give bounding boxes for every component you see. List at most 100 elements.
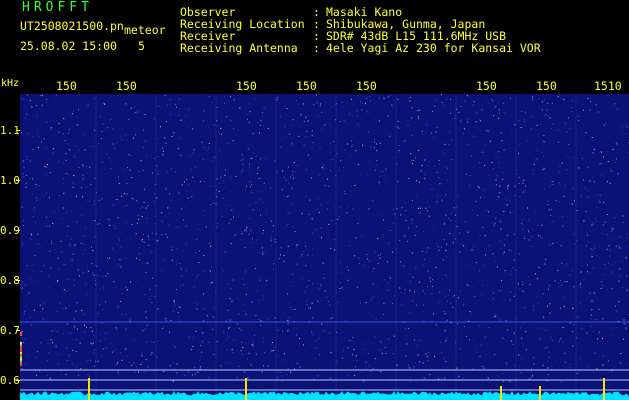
noise-speckle	[154, 353, 155, 355]
noise-speckle	[414, 340, 416, 342]
noise-speckle	[317, 300, 319, 302]
echo-pixel	[20, 332, 22, 334]
noise-speckle	[106, 318, 108, 320]
noise-speckle	[198, 262, 200, 263]
noise-speckle	[244, 371, 246, 373]
noise-speckle	[183, 121, 185, 123]
noise-speckle	[436, 127, 438, 128]
noise-speckle	[239, 107, 241, 109]
noise-speckle	[589, 109, 591, 111]
noise-speckle	[499, 221, 501, 223]
noise-speckle	[591, 249, 593, 251]
noise-speckle	[117, 372, 119, 374]
noise-speckle	[597, 333, 599, 335]
noise-speckle	[432, 286, 434, 287]
noise-speckle	[260, 120, 262, 122]
noise-speckle	[90, 184, 92, 186]
noise-speckle	[385, 353, 387, 354]
noise-speckle	[343, 120, 345, 122]
noise-speckle	[187, 184, 189, 186]
noise-speckle	[454, 330, 456, 332]
noise-speckle	[305, 169, 307, 171]
noise-speckle	[611, 230, 613, 232]
noise-speckle	[355, 296, 357, 298]
noise-speckle	[154, 215, 156, 217]
noise-speckle	[26, 94, 28, 96]
noise-speckle	[156, 301, 158, 303]
noise-speckle	[176, 259, 178, 261]
echo-pixel	[20, 360, 22, 362]
noise-speckle	[498, 151, 499, 153]
noise-speckle	[400, 291, 402, 293]
noise-speckle	[133, 103, 135, 105]
noise-speckle	[48, 275, 50, 277]
noise-speckle	[323, 277, 325, 279]
noise-speckle	[368, 208, 370, 210]
noise-speckle	[203, 120, 204, 122]
noise-speckle	[528, 231, 530, 233]
noise-speckle	[122, 271, 124, 272]
noise-speckle	[550, 214, 552, 216]
noise-speckle	[622, 221, 624, 223]
noise-speckle	[374, 139, 376, 140]
noise-speckle	[486, 210, 487, 212]
noise-speckle	[30, 238, 32, 240]
noise-speckle	[153, 201, 155, 203]
noise-speckle	[409, 100, 411, 102]
noise-speckle	[592, 176, 594, 178]
noise-speckle	[436, 196, 438, 198]
noise-speckle	[136, 111, 138, 113]
noise-speckle	[615, 158, 617, 160]
noise-speckle	[221, 133, 222, 135]
noise-speckle	[564, 361, 566, 363]
noise-speckle	[471, 261, 473, 263]
noise-speckle	[53, 182, 55, 184]
noise-speckle	[525, 349, 527, 351]
noise-speckle	[351, 155, 353, 157]
noise-speckle	[495, 179, 497, 181]
noise-speckle	[452, 306, 454, 308]
noise-speckle	[356, 110, 358, 112]
noise-speckle	[224, 251, 226, 253]
noise-speckle	[318, 174, 320, 176]
noise-speckle	[294, 183, 296, 185]
noise-speckle	[198, 274, 199, 276]
noise-speckle	[194, 166, 196, 168]
noise-speckle	[203, 210, 205, 212]
noise-speckle	[171, 249, 173, 251]
noise-speckle	[343, 107, 345, 109]
noise-speckle	[139, 247, 141, 249]
noise-speckle	[281, 375, 283, 377]
noise-speckle	[292, 171, 294, 173]
noise-speckle	[537, 303, 539, 305]
noise-speckle	[68, 354, 70, 356]
noise-speckle	[66, 360, 68, 361]
noise-speckle	[178, 192, 180, 194]
noise-speckle	[210, 204, 212, 206]
noise-speckle	[312, 142, 314, 144]
noise-speckle	[346, 212, 348, 214]
noise-speckle	[397, 126, 399, 128]
noise-speckle	[552, 221, 554, 222]
noise-speckle	[46, 225, 48, 227]
noise-speckle	[511, 250, 513, 251]
noise-speckle	[107, 272, 109, 274]
noise-speckle	[538, 235, 540, 237]
noise-speckle	[232, 298, 234, 300]
noise-speckle	[46, 121, 48, 123]
noise-speckle	[361, 234, 363, 236]
noise-speckle	[525, 190, 527, 192]
noise-speckle	[606, 248, 608, 250]
noise-speckle	[42, 319, 44, 321]
noise-speckle	[525, 121, 527, 123]
noise-speckle	[369, 149, 371, 150]
noise-speckle	[196, 308, 198, 310]
noise-speckle	[480, 344, 482, 346]
noise-speckle	[52, 222, 54, 224]
noise-speckle	[606, 214, 608, 216]
noise-speckle	[346, 267, 348, 268]
noise-speckle	[443, 357, 445, 359]
noise-speckle	[491, 185, 493, 187]
noise-speckle	[162, 253, 164, 255]
noise-speckle	[305, 245, 307, 247]
